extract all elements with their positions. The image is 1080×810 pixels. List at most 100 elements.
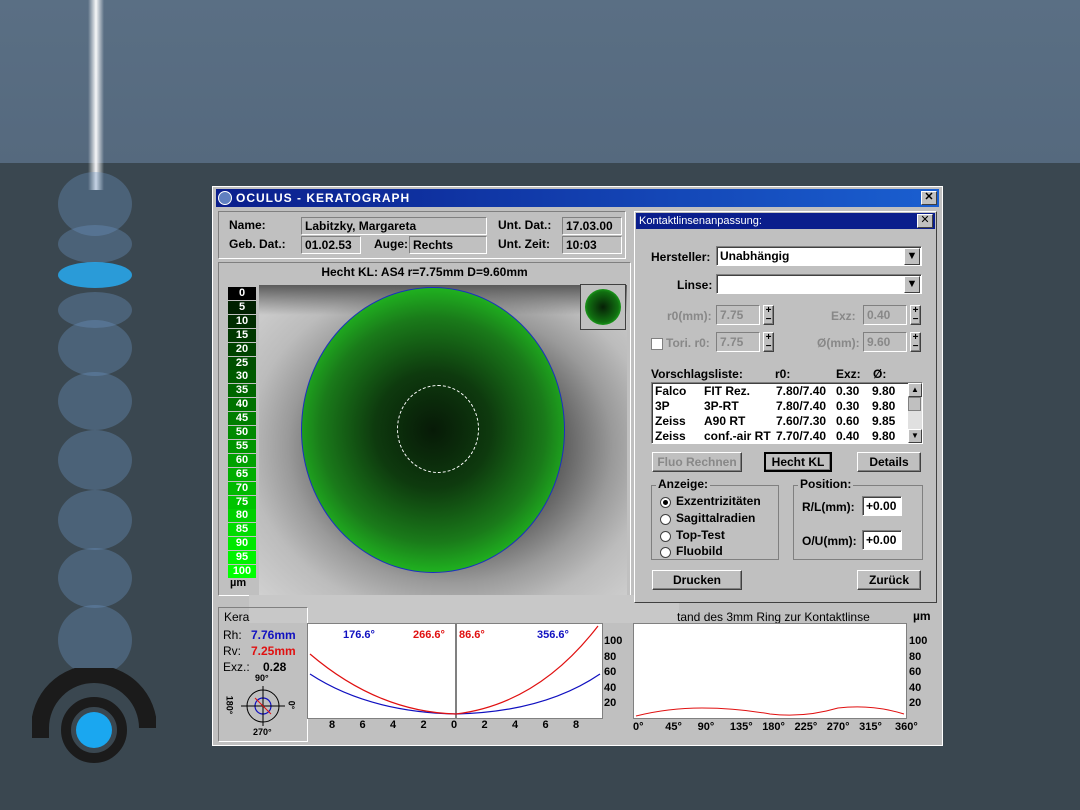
ring-x-tick: 135°	[729, 721, 753, 733]
chevron-down-icon[interactable]: ▼	[904, 248, 920, 265]
list-cell-exz: 0.40	[836, 429, 860, 443]
ring-unit: µm	[913, 609, 931, 623]
diameter-stepper[interactable]: + −	[910, 332, 921, 352]
list-item[interactable]: Zeiss conf.-air RT 7.70/7.40 0.40 9.80	[652, 428, 906, 443]
ou-label: O/U(mm):	[802, 534, 857, 548]
deco-disc	[58, 372, 132, 430]
list-cell-model: FIT Rez.	[704, 384, 751, 398]
scale-cell: 50	[228, 426, 256, 439]
scale-cell: 35	[228, 384, 256, 398]
exz-stepper[interactable]: + −	[910, 305, 921, 325]
deco-disc	[58, 605, 132, 675]
scroll-down-icon[interactable]: ▼	[908, 429, 922, 443]
list-cell-r0: 7.80/7.40	[776, 399, 827, 413]
list-cell-maker: Zeiss	[655, 414, 686, 428]
profile-chart: 176.6° 266.6° 86.6° 356.6° 864202468 100…	[307, 623, 628, 740]
details-button[interactable]: Details	[857, 452, 921, 472]
list-label: Vorschlagsliste:	[651, 367, 743, 381]
list-cell-exz: 0.60	[836, 414, 860, 428]
ring-x-tick: 225°	[794, 721, 818, 733]
profile-angle: 356.6°	[537, 629, 569, 641]
exz-field[interactable]: 0.40	[863, 305, 907, 325]
oculus-logo-icon	[32, 668, 156, 763]
position-label: Position:	[798, 477, 854, 491]
scale-cell: 20	[228, 342, 256, 356]
kera-panel: Kera Rh: 7.76mm Rv: 7.25mm Exz.: 0.28 90…	[218, 607, 308, 742]
list-scrollbar[interactable]: ▲ ▼	[908, 383, 922, 443]
profile-y-tick: 40	[604, 681, 617, 694]
list-cell-model: conf.-air RT	[704, 429, 771, 443]
window-title: OCULUS - KERATOGRAPH	[236, 191, 411, 205]
lens-select[interactable]: ▼	[716, 274, 922, 294]
display-option: Top-Test	[676, 528, 725, 542]
position-group: Position: R/L(mm): +0.00 O/U(mm): +0.00	[793, 477, 923, 560]
background-top	[0, 0, 1080, 163]
r0-field[interactable]: 7.75	[716, 305, 760, 325]
deco-disc-bright	[58, 262, 132, 288]
chevron-down-icon[interactable]: ▼	[904, 276, 920, 293]
display-option: Sagittalradien	[676, 511, 756, 525]
profile-x-tick: 0	[451, 719, 458, 731]
fitting-dialog: Kontaktlinsenanpassung: ✕ Hersteller: Un…	[634, 211, 937, 603]
tori-checkbox[interactable]	[651, 338, 663, 350]
fitting-title: Kontaktlinsenanpassung:	[639, 215, 762, 227]
list-col-diameter: Ø:	[873, 367, 887, 381]
ring-graph	[633, 623, 907, 719]
scale-unit: µm	[230, 577, 247, 589]
list-col-exz: Exz:	[836, 367, 861, 381]
profile-x-tick: 8	[329, 719, 336, 731]
profile-x-tick: 6	[359, 719, 366, 731]
rv-value: 7.25mm	[251, 644, 296, 658]
hecht-kl-button[interactable]: Hecht KL	[764, 452, 832, 472]
kera-title: Kera	[224, 610, 250, 624]
ring-title: tand des 3mm Ring zur Kontaktlinse	[677, 610, 870, 624]
rl-label: R/L(mm):	[802, 500, 855, 514]
scroll-up-icon[interactable]: ▲	[908, 383, 922, 397]
fluo-calc-button[interactable]: Fluo Rechnen	[652, 452, 742, 472]
image-panel: Hecht KL: AS4 r=7.75mm D=9.60mm 0 5 10 15 20…	[218, 262, 631, 596]
deg-left: 180°	[224, 695, 235, 715]
ring-y-tick: 60	[909, 666, 922, 678]
list-cell-maker: Falco	[655, 384, 687, 398]
list-item[interactable]: Zeiss A90 RT 7.60/7.30 0.60 9.85	[652, 413, 906, 428]
close-icon[interactable]: ✕	[917, 214, 933, 228]
ou-field[interactable]: +0.00	[862, 530, 902, 550]
list-cell-d: 9.80	[872, 429, 896, 443]
list-cell-d: 9.80	[872, 399, 896, 413]
scale-cell: 45	[228, 412, 256, 426]
list-cell-exz: 0.30	[836, 399, 860, 413]
radio-fluo[interactable]	[660, 547, 671, 558]
ring-x-tick: 360°	[895, 721, 918, 733]
tori-field[interactable]: 7.75	[716, 332, 760, 352]
lens-thumbnail[interactable]	[580, 284, 626, 330]
scale-cell: 15	[228, 328, 256, 342]
display-option: Exzentrizitäten	[676, 494, 761, 508]
radio-eccentricity[interactable]	[660, 497, 671, 508]
rl-field[interactable]: +0.00	[862, 496, 902, 516]
radio-sagittal[interactable]	[660, 514, 671, 525]
scale-cell: 75	[228, 495, 256, 509]
close-icon[interactable]: ✕	[921, 191, 937, 205]
radio-top-test[interactable]	[660, 531, 671, 542]
profile-x-tick: 2	[420, 719, 427, 731]
scroll-thumb[interactable]	[908, 397, 921, 411]
list-item[interactable]: Falco FIT Rez. 7.80/7.40 0.30 9.80	[652, 383, 906, 398]
tori-stepper[interactable]: + −	[763, 332, 774, 352]
print-button[interactable]: Drucken	[652, 570, 742, 590]
r0-label: r0(mm):	[667, 309, 712, 323]
back-button[interactable]: Zurück	[857, 570, 921, 590]
manufacturer-select[interactable]: Unabhängig ▼	[716, 246, 922, 266]
scale-cell: 95	[228, 551, 256, 565]
profile-y-tick: 80	[604, 650, 617, 663]
profile-x-tick: 8	[573, 719, 580, 731]
list-cell-maker: Zeiss	[655, 429, 686, 443]
scale-cell: 85	[228, 523, 256, 537]
r0-stepper[interactable]: + −	[763, 305, 774, 325]
ring-chart: tand des 3mm Ring zur Kontaktlinse µm 0°…	[633, 607, 938, 740]
diameter-field[interactable]: 9.60	[863, 332, 907, 352]
list-item[interactable]: 3P 3P-RT 7.80/7.40 0.30 9.80	[652, 398, 906, 413]
list-cell-r0: 7.60/7.30	[776, 414, 827, 428]
suggestion-list[interactable]: Falco FIT Rez. 7.80/7.40 0.30 9.80 3P 3P-RT 7.8…	[651, 382, 923, 444]
keratograph-window: OCULUS - KERATOGRAPH ✕ Name: Labitzky, M…	[212, 186, 943, 746]
ring-y-tick: 100	[909, 635, 928, 647]
